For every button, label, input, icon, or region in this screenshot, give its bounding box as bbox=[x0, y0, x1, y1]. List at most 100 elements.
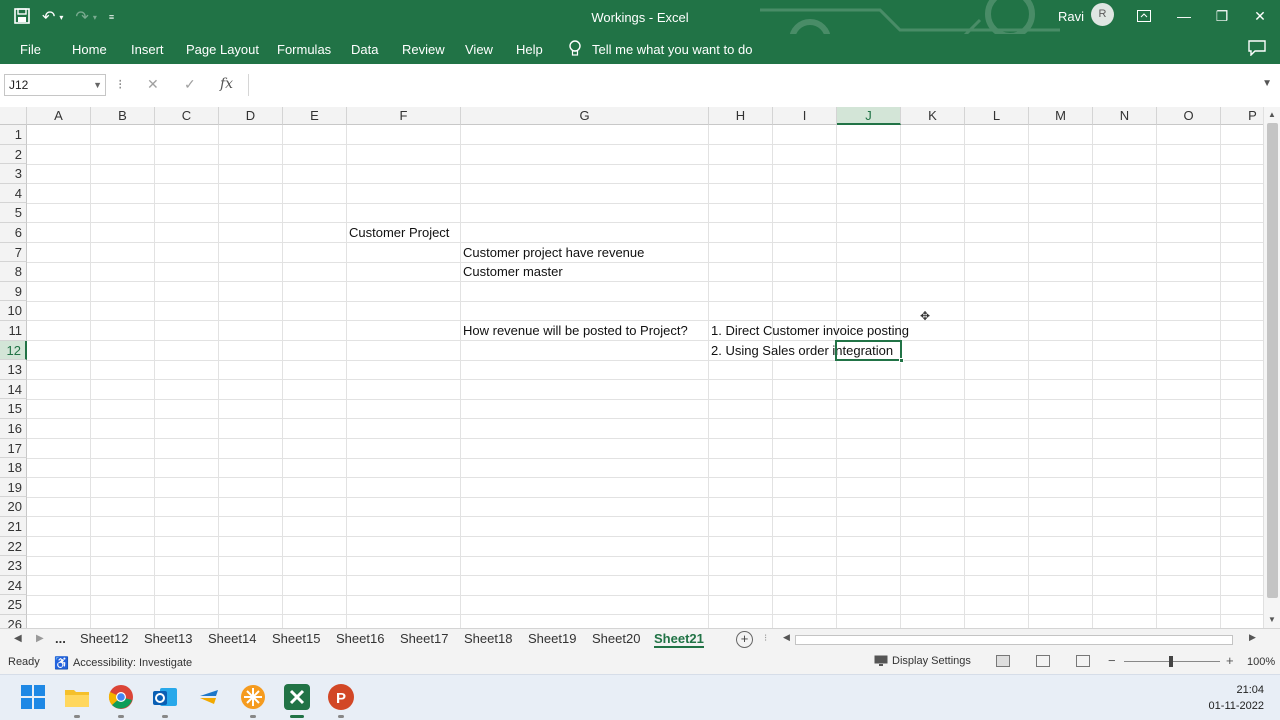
column-header-a[interactable]: A bbox=[27, 107, 91, 125]
scroll-right-icon[interactable]: ▶ bbox=[1249, 632, 1256, 643]
tab-page-layout[interactable]: Page Layout bbox=[186, 42, 259, 57]
sheet-tab-sheet15[interactable]: Sheet15 bbox=[272, 631, 320, 646]
column-header-i[interactable]: I bbox=[773, 107, 837, 125]
cell-g7[interactable]: Customer project have revenue bbox=[463, 243, 644, 262]
column-header-n[interactable]: N bbox=[1093, 107, 1157, 125]
excel-icon[interactable] bbox=[284, 684, 310, 710]
vertical-scroll-thumb[interactable] bbox=[1267, 123, 1278, 598]
sheet-tab-sheet17[interactable]: Sheet17 bbox=[400, 631, 448, 646]
row-header-2[interactable]: 2 bbox=[0, 144, 27, 165]
tab-review[interactable]: Review bbox=[402, 42, 445, 57]
sheet-tab-sheet20[interactable]: Sheet20 bbox=[592, 631, 640, 646]
row-header-1[interactable]: 1 bbox=[0, 125, 27, 145]
powerpoint-icon[interactable]: P bbox=[328, 684, 354, 710]
vertical-scrollbar[interactable]: ▲ ▼ bbox=[1263, 107, 1280, 630]
add-sheet-icon[interactable]: + bbox=[736, 631, 753, 648]
zoom-in-icon[interactable]: + bbox=[1226, 653, 1234, 668]
column-header-o[interactable]: O bbox=[1157, 107, 1221, 125]
cell-g8[interactable]: Customer master bbox=[463, 262, 563, 281]
tab-view[interactable]: View bbox=[465, 42, 493, 57]
tab-home[interactable]: Home bbox=[72, 42, 107, 57]
file-explorer-icon[interactable] bbox=[64, 684, 90, 710]
tab-help[interactable]: Help bbox=[516, 42, 543, 57]
select-all-corner[interactable] bbox=[0, 107, 27, 125]
row-header-24[interactable]: 24 bbox=[0, 575, 27, 596]
minimize-icon[interactable]: — bbox=[1172, 5, 1196, 27]
scroll-up-icon[interactable]: ▲ bbox=[1268, 110, 1276, 119]
row-header-22[interactable]: 22 bbox=[0, 536, 27, 557]
row-header-15[interactable]: 15 bbox=[0, 399, 27, 419]
row-header-17[interactable]: 17 bbox=[0, 438, 27, 459]
outlook-icon[interactable] bbox=[152, 684, 178, 710]
snip-tool-icon[interactable] bbox=[240, 684, 266, 710]
system-clock[interactable]: 21:04 01-11-2022 bbox=[1209, 682, 1264, 714]
row-header-20[interactable]: 20 bbox=[0, 497, 27, 517]
zoom-level[interactable]: 100% bbox=[1247, 656, 1275, 668]
tab-splitter-icon[interactable]: ⁝ bbox=[764, 633, 767, 644]
accessibility-checker[interactable]: ♿ Accessibility: Investigate bbox=[54, 656, 192, 670]
column-header-j[interactable]: J bbox=[837, 107, 901, 125]
column-header-l[interactable]: L bbox=[965, 107, 1029, 125]
column-header-m[interactable]: M bbox=[1029, 107, 1093, 125]
horizontal-scrollbar[interactable]: ◀ ▶ bbox=[779, 632, 1262, 648]
row-header-7[interactable]: 7 bbox=[0, 242, 27, 263]
row-header-25[interactable]: 25 bbox=[0, 595, 27, 615]
column-header-f[interactable]: F bbox=[347, 107, 461, 125]
column-header-g[interactable]: G bbox=[461, 107, 709, 125]
app-icon[interactable] bbox=[196, 684, 222, 710]
column-header-d[interactable]: D bbox=[219, 107, 283, 125]
row-header-14[interactable]: 14 bbox=[0, 379, 27, 400]
row-header-6[interactable]: 6 bbox=[0, 223, 27, 243]
normal-view-icon[interactable] bbox=[996, 655, 1010, 667]
tell-me-search[interactable]: Tell me what you want to do bbox=[568, 40, 752, 58]
scroll-down-icon[interactable]: ▼ bbox=[1268, 615, 1276, 624]
sheet-tab-sheet14[interactable]: Sheet14 bbox=[208, 631, 256, 646]
cell-f6[interactable]: Customer Project bbox=[349, 223, 449, 242]
row-header-12[interactable]: 12 bbox=[0, 340, 27, 361]
insert-function-icon[interactable]: fx bbox=[220, 76, 233, 92]
more-sheets-ellipsis[interactable]: ... bbox=[55, 631, 66, 646]
row-header-13[interactable]: 13 bbox=[0, 360, 27, 380]
sheet-tab-sheet18[interactable]: Sheet18 bbox=[464, 631, 512, 646]
page-break-preview-icon[interactable] bbox=[1076, 655, 1090, 667]
name-box[interactable]: J12 ▼ bbox=[4, 74, 106, 96]
worksheet-grid[interactable]: A B C D E F G H I J K L M N O P 1 2 3 4 … bbox=[0, 107, 1263, 630]
sheet-tab-sheet16[interactable]: Sheet16 bbox=[336, 631, 384, 646]
chevron-down-icon[interactable]: ▼ bbox=[93, 75, 102, 95]
zoom-slider-thumb[interactable] bbox=[1169, 656, 1173, 667]
avatar[interactable]: R bbox=[1091, 3, 1114, 26]
row-header-21[interactable]: 21 bbox=[0, 517, 27, 537]
row-header-3[interactable]: 3 bbox=[0, 164, 27, 184]
zoom-out-icon[interactable]: − bbox=[1108, 653, 1116, 668]
tab-formulas[interactable]: Formulas bbox=[277, 42, 331, 57]
comments-icon[interactable] bbox=[1248, 40, 1266, 56]
chrome-icon[interactable] bbox=[108, 684, 134, 710]
cell-g11[interactable]: How revenue will be posted to Project? bbox=[463, 321, 688, 340]
close-icon[interactable]: ✕ bbox=[1248, 5, 1272, 27]
windows-start-icon[interactable] bbox=[20, 684, 46, 710]
column-header-h[interactable]: H bbox=[709, 107, 773, 125]
restore-icon[interactable]: ❐ bbox=[1210, 5, 1234, 27]
row-header-8[interactable]: 8 bbox=[0, 262, 27, 282]
column-header-e[interactable]: E bbox=[283, 107, 347, 125]
display-settings-button[interactable]: Display Settings bbox=[874, 655, 971, 667]
user-name[interactable]: Ravi bbox=[1058, 9, 1084, 24]
active-cell-j12[interactable] bbox=[835, 339, 904, 364]
row-header-18[interactable]: 18 bbox=[0, 458, 27, 478]
tab-data[interactable]: Data bbox=[351, 42, 378, 57]
expand-formula-bar-icon[interactable]: ▼ bbox=[1262, 78, 1272, 89]
row-header-19[interactable]: 19 bbox=[0, 477, 27, 498]
column-header-b[interactable]: B bbox=[91, 107, 155, 125]
sheet-tab-sheet21[interactable]: Sheet21 bbox=[654, 631, 704, 648]
row-header-23[interactable]: 23 bbox=[0, 556, 27, 576]
row-header-9[interactable]: 9 bbox=[0, 281, 27, 302]
horizontal-scroll-thumb[interactable] bbox=[795, 635, 1233, 645]
tab-file[interactable]: File bbox=[20, 42, 41, 57]
sheet-tab-sheet13[interactable]: Sheet13 bbox=[144, 631, 192, 646]
row-header-5[interactable]: 5 bbox=[0, 203, 27, 223]
page-layout-view-icon[interactable] bbox=[1036, 655, 1050, 667]
column-header-c[interactable]: C bbox=[155, 107, 219, 125]
fill-handle[interactable] bbox=[899, 358, 904, 364]
cancel-icon[interactable]: ✕ bbox=[147, 76, 159, 93]
sheet-tab-sheet12[interactable]: Sheet12 bbox=[80, 631, 128, 646]
